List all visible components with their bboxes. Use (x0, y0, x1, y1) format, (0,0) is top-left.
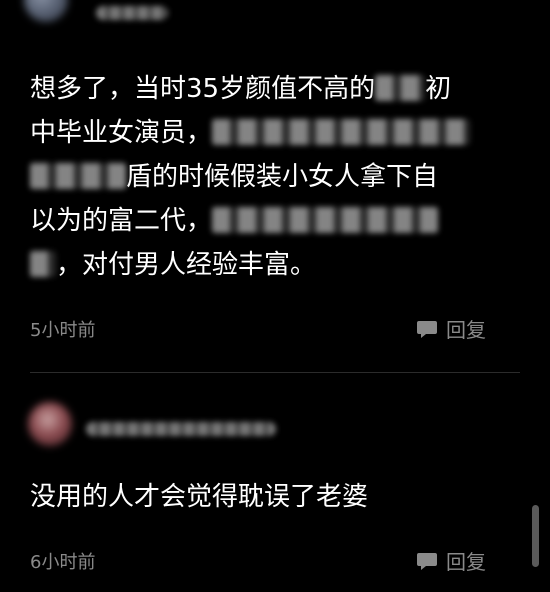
avatar[interactable] (24, 0, 68, 22)
username-blurred[interactable] (96, 6, 168, 20)
reply-label: 回复 (446, 550, 486, 574)
comment-text-segment: 以为的富二代， (30, 206, 213, 236)
comment-bubble-icon (417, 552, 437, 570)
username-blurred[interactable] (86, 422, 276, 436)
comment-text-line: 想多了，当时35岁颜值不高的 初 (30, 74, 451, 104)
comment-text-line: 以为的富二代， (30, 206, 439, 236)
comment-text-segment: 小女人拿下自 (282, 162, 439, 192)
comment-divider (30, 372, 520, 373)
comment-text-line: 中毕业女演员， (30, 118, 471, 148)
reply-button[interactable]: 回复 (416, 546, 486, 575)
comment-text-segment: 盾的时候假装 (126, 162, 283, 192)
comment-bubble-icon (417, 320, 437, 338)
comment-text-segment: 中毕业女演员， (30, 118, 213, 148)
comment-item-1: 想多了，当时35岁颜值不高的 初 中毕业女演员， 盾的时候假装小女人拿下自 以为的… (0, 0, 550, 360)
avatar[interactable] (28, 402, 72, 446)
comment-timestamp: 5小时前 (30, 320, 96, 341)
comment-text-line: 没用的人才会觉得耽误了老婆 (30, 482, 368, 512)
redacted-text (375, 74, 426, 101)
comment-timestamp: 6小时前 (30, 552, 96, 573)
comment-text-segment: ，对付男人经验丰富。 (56, 250, 317, 280)
redacted-text (30, 250, 56, 277)
reply-button[interactable]: 回复 (416, 314, 486, 343)
scrollbar-thumb[interactable] (532, 505, 539, 567)
comment-text-line: 盾的时候假装小女人拿下自 (30, 162, 438, 192)
comment-text-segment: 初 (425, 74, 452, 104)
comment-text-segment: 想多了，当时35岁颜值不高的 (30, 74, 376, 104)
redacted-text (30, 162, 126, 189)
redacted-text (212, 118, 471, 145)
comment-text-line: ，对付男人经验丰富。 (30, 250, 316, 280)
redacted-text (212, 206, 439, 233)
comment-text: 没用的人才会觉得耽误了老婆 (30, 482, 369, 512)
reply-label: 回复 (446, 318, 486, 342)
